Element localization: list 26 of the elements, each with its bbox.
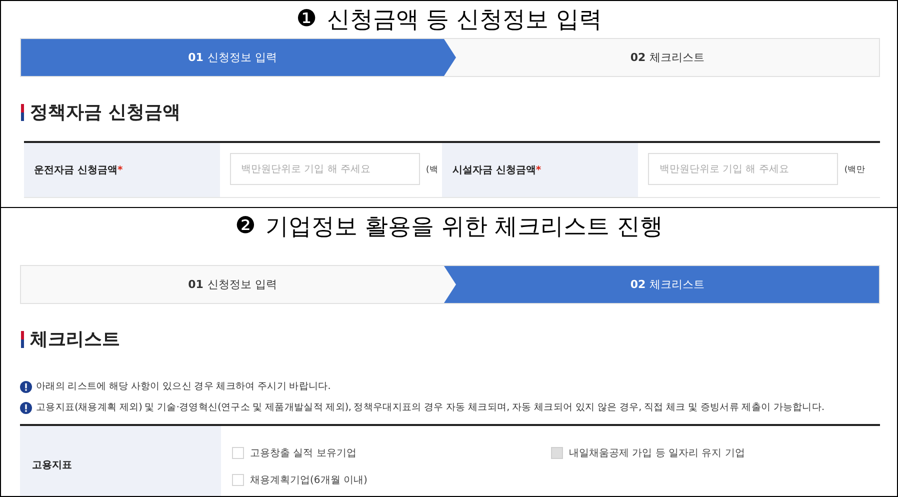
checkbox[interactable] — [232, 474, 244, 486]
checkbox-label: 채용계획기업(6개월 이내) — [250, 474, 368, 487]
title-bar-icon — [21, 330, 24, 348]
step-tab[interactable]: 02 체크리스트 — [456, 266, 879, 303]
field-label: 운전자금 신청금액* — [24, 143, 220, 197]
step-arrow-icon — [444, 39, 456, 76]
notice-text: 아래의 리스트에 해당 사항이 있으신 경우 체크하여 주시기 바랍니다. — [36, 380, 330, 393]
info-icon — [20, 380, 32, 392]
amount-input[interactable]: 백만원단위로 기입 해 주세요 — [648, 153, 838, 185]
checkbox-label: 내일채움공제 가입 등 일자리 유지 기업 — [569, 447, 745, 460]
step-number-marker: ❷ — [235, 213, 256, 239]
field-label: 시설자금 신청금액* — [442, 143, 638, 197]
unit-label: (백만 — [844, 164, 866, 177]
checkbox[interactable] — [232, 447, 244, 459]
checkbox-label: 고용창출 실적 보유기업 — [250, 447, 356, 460]
step-number-marker: ❶ — [296, 6, 317, 32]
section-title: 체크리스트 — [30, 328, 120, 351]
section-title: 정책자금 신청금액 — [30, 101, 180, 124]
caption: 신청금액 등 신청정보 입력 — [326, 6, 602, 34]
unit-label: (백 — [426, 164, 438, 177]
caption: 기업정보 활용을 위한 체크리스트 진행 — [266, 212, 663, 242]
row-header: 고용지표 — [20, 426, 221, 496]
amount-input[interactable]: 백만원단위로 기입 해 주세요 — [230, 153, 420, 185]
notice-text: 고용지표(채용계획 제외) 및 기술·경영혁신(연구소 및 제품개발실적 제외), 정책우대지표의 경우 자동 체크되며, 자동 체크되어 있지 않은 경우, 직접 체크 및 증빙서류 제출이 가능합니다. — [36, 401, 824, 414]
title-bar-icon — [21, 104, 24, 120]
info-icon — [20, 402, 32, 414]
